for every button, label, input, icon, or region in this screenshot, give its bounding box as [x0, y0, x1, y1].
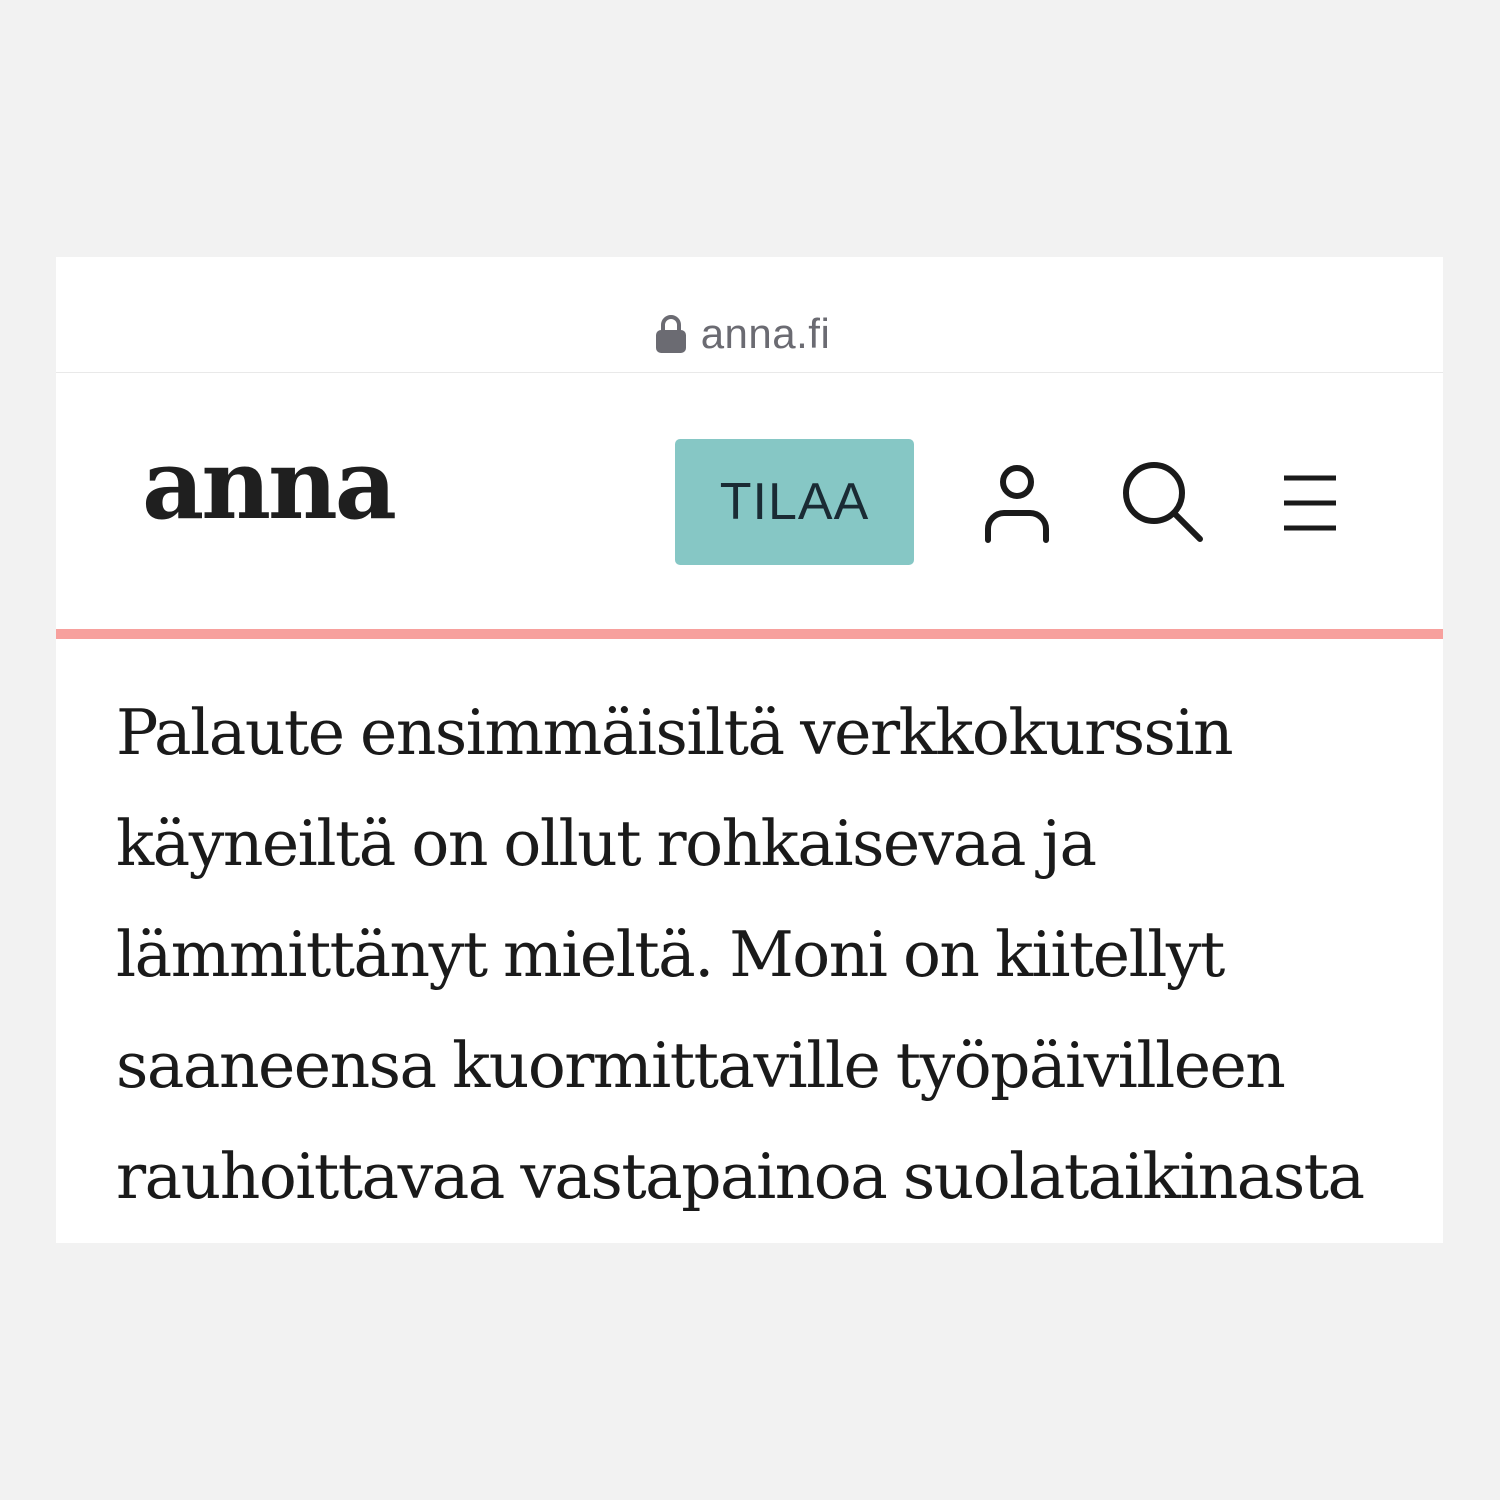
- browser-address-bar[interactable]: anna.fi: [56, 257, 1443, 373]
- site-logo[interactable]: anna: [142, 437, 397, 533]
- header-accent-line: [56, 629, 1443, 639]
- address-bar-content[interactable]: anna.fi: [56, 309, 1443, 359]
- url-text: anna.fi: [700, 310, 831, 357]
- search-icon[interactable]: [1120, 459, 1206, 545]
- hamburger-menu-icon[interactable]: [1280, 473, 1340, 533]
- user-icon[interactable]: [982, 461, 1052, 543]
- page-screenshot: anna.fi anna TILAA Palaute ensimmäisiltä…: [56, 257, 1443, 1243]
- site-header: anna TILAA: [56, 373, 1443, 629]
- subscribe-button[interactable]: TILAA: [675, 439, 914, 565]
- lock-icon: [655, 314, 687, 354]
- article-paragraph: Palaute ensimmäisiltä verkkokurssin käyn…: [116, 696, 1365, 1213]
